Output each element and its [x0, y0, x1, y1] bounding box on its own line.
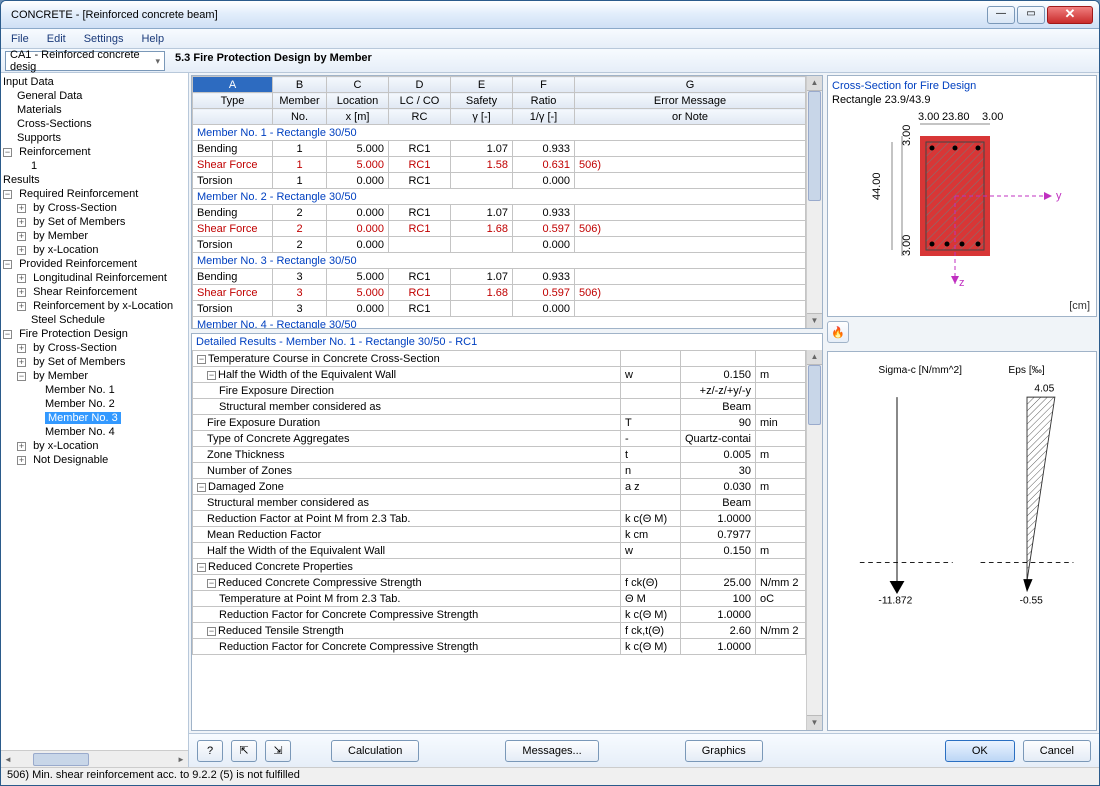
tree-by-cs[interactable]: + by Cross-Section — [3, 201, 186, 215]
tree-not-designable[interactable]: + Not Designable — [3, 453, 186, 467]
tree-general[interactable]: General Data — [3, 89, 186, 103]
tree-required-reinf[interactable]: − Required Reinforcement — [3, 187, 186, 201]
svg-text:y: y — [1056, 190, 1062, 202]
svg-text:23.80: 23.80 — [942, 111, 970, 123]
tree-fire-by-member[interactable]: − by Member — [3, 369, 186, 383]
tree-m3[interactable]: Member No. 3 — [3, 411, 186, 425]
tree-steel[interactable]: Steel Schedule — [3, 313, 186, 327]
results-table[interactable]: A BC DE FG TypeMemberLocationLC / COSafe… — [191, 75, 823, 329]
navigation-tree[interactable]: Input Data General Data Materials Cross-… — [1, 73, 188, 750]
svg-text:3.00: 3.00 — [901, 235, 913, 256]
panel-title: 5.3 Fire Protection Design by Member — [169, 49, 1099, 72]
details-title: Detailed Results - Member No. 1 - Rectan… — [192, 334, 822, 350]
tree-cross-sections[interactable]: Cross-Sections — [3, 117, 186, 131]
cross-section-title: Cross-Section for Fire Design — [832, 80, 1092, 92]
menubar: File Edit Settings Help — [1, 29, 1099, 49]
tree-input-data[interactable]: Input Data — [3, 75, 186, 89]
menu-file[interactable]: File — [3, 31, 37, 47]
tree-m1[interactable]: Member No. 1 — [3, 383, 186, 397]
tree-by-member[interactable]: + by Member — [3, 229, 186, 243]
import-icon[interactable]: ⇱ — [231, 740, 257, 762]
svg-text:-11.872: -11.872 — [878, 595, 912, 606]
tree-fire-by-set[interactable]: + by Set of Members — [3, 355, 186, 369]
maximize-button[interactable]: ▭ — [1017, 6, 1045, 24]
tree-reinforcement[interactable]: − Reinforcement — [3, 145, 186, 159]
tree-fire-by-x[interactable]: + by x-Location — [3, 439, 186, 453]
tree-m2[interactable]: Member No. 2 — [3, 397, 186, 411]
tree-materials[interactable]: Materials — [3, 103, 186, 117]
svg-text:3.00: 3.00 — [982, 111, 1003, 123]
tree-by-set[interactable]: + by Set of Members — [3, 215, 186, 229]
help-icon[interactable]: ? — [197, 740, 223, 762]
fire-icon-button[interactable]: 🔥 — [827, 321, 849, 343]
tree-shear-reinf[interactable]: + Shear Reinforcement — [3, 285, 186, 299]
tree-provided-reinf[interactable]: − Provided Reinforcement — [3, 257, 186, 271]
tree-long-reinf[interactable]: + Longitudinal Reinforcement — [3, 271, 186, 285]
cancel-button[interactable]: Cancel — [1023, 740, 1091, 762]
tree-fire-by-cs[interactable]: + by Cross-Section — [3, 341, 186, 355]
sigma-eps-diagram: Sigma-c [N/mm^2] Eps [‰] 4.05 -11.872 -0… — [827, 351, 1097, 731]
menu-edit[interactable]: Edit — [39, 31, 74, 47]
graphics-button[interactable]: Graphics — [685, 740, 763, 762]
details-vscroll[interactable] — [806, 350, 822, 730]
window-title: CONCRETE - [Reinforced concrete beam] — [7, 9, 987, 21]
calculation-button[interactable]: Calculation — [331, 740, 419, 762]
messages-button[interactable]: Messages... — [505, 740, 598, 762]
svg-text:44.00: 44.00 — [871, 172, 883, 200]
ok-button[interactable]: OK — [945, 740, 1015, 762]
tree-results[interactable]: Results — [3, 173, 186, 187]
tree-reinf-1[interactable]: 1 — [3, 159, 186, 173]
minimize-button[interactable]: — — [987, 6, 1015, 24]
tree-reinf-by-x[interactable]: + Reinforcement by x-Location — [3, 299, 186, 313]
titlebar: CONCRETE - [Reinforced concrete beam] — … — [1, 1, 1099, 29]
export-icon[interactable]: ⇲ — [265, 740, 291, 762]
svg-text:-0.55: -0.55 — [1020, 595, 1044, 606]
cross-section-sub: Rectangle 23.9/43.9 — [832, 94, 1092, 106]
svg-text:3.00: 3.00 — [918, 111, 939, 123]
close-button[interactable]: ✕ — [1047, 6, 1093, 24]
svg-text:z: z — [959, 277, 965, 289]
tree-fire-design[interactable]: − Fire Protection Design — [3, 327, 186, 341]
menu-help[interactable]: Help — [133, 31, 172, 47]
tree-supports[interactable]: Supports — [3, 131, 186, 145]
svg-text:Sigma-c [N/mm^2]: Sigma-c [N/mm^2] — [878, 365, 962, 376]
svg-text:4.05: 4.05 — [1034, 384, 1054, 395]
table-vscroll[interactable] — [806, 76, 822, 328]
details-table[interactable]: Detailed Results - Member No. 1 - Rectan… — [191, 333, 823, 731]
tree-by-x[interactable]: + by x-Location — [3, 243, 186, 257]
case-selector[interactable]: CA1 - Reinforced concrete desig — [5, 51, 165, 71]
tree-hscroll[interactable] — [1, 750, 188, 767]
status-bar: 506) Min. shear reinforcement acc. to 9.… — [1, 767, 1099, 785]
menu-settings[interactable]: Settings — [76, 31, 132, 47]
cross-section-view: Cross-Section for Fire Design Rectangle … — [827, 75, 1097, 317]
svg-text:Eps [‰]: Eps [‰] — [1008, 365, 1044, 376]
svg-text:3.00: 3.00 — [901, 125, 913, 146]
tree-m4[interactable]: Member No. 4 — [3, 425, 186, 439]
